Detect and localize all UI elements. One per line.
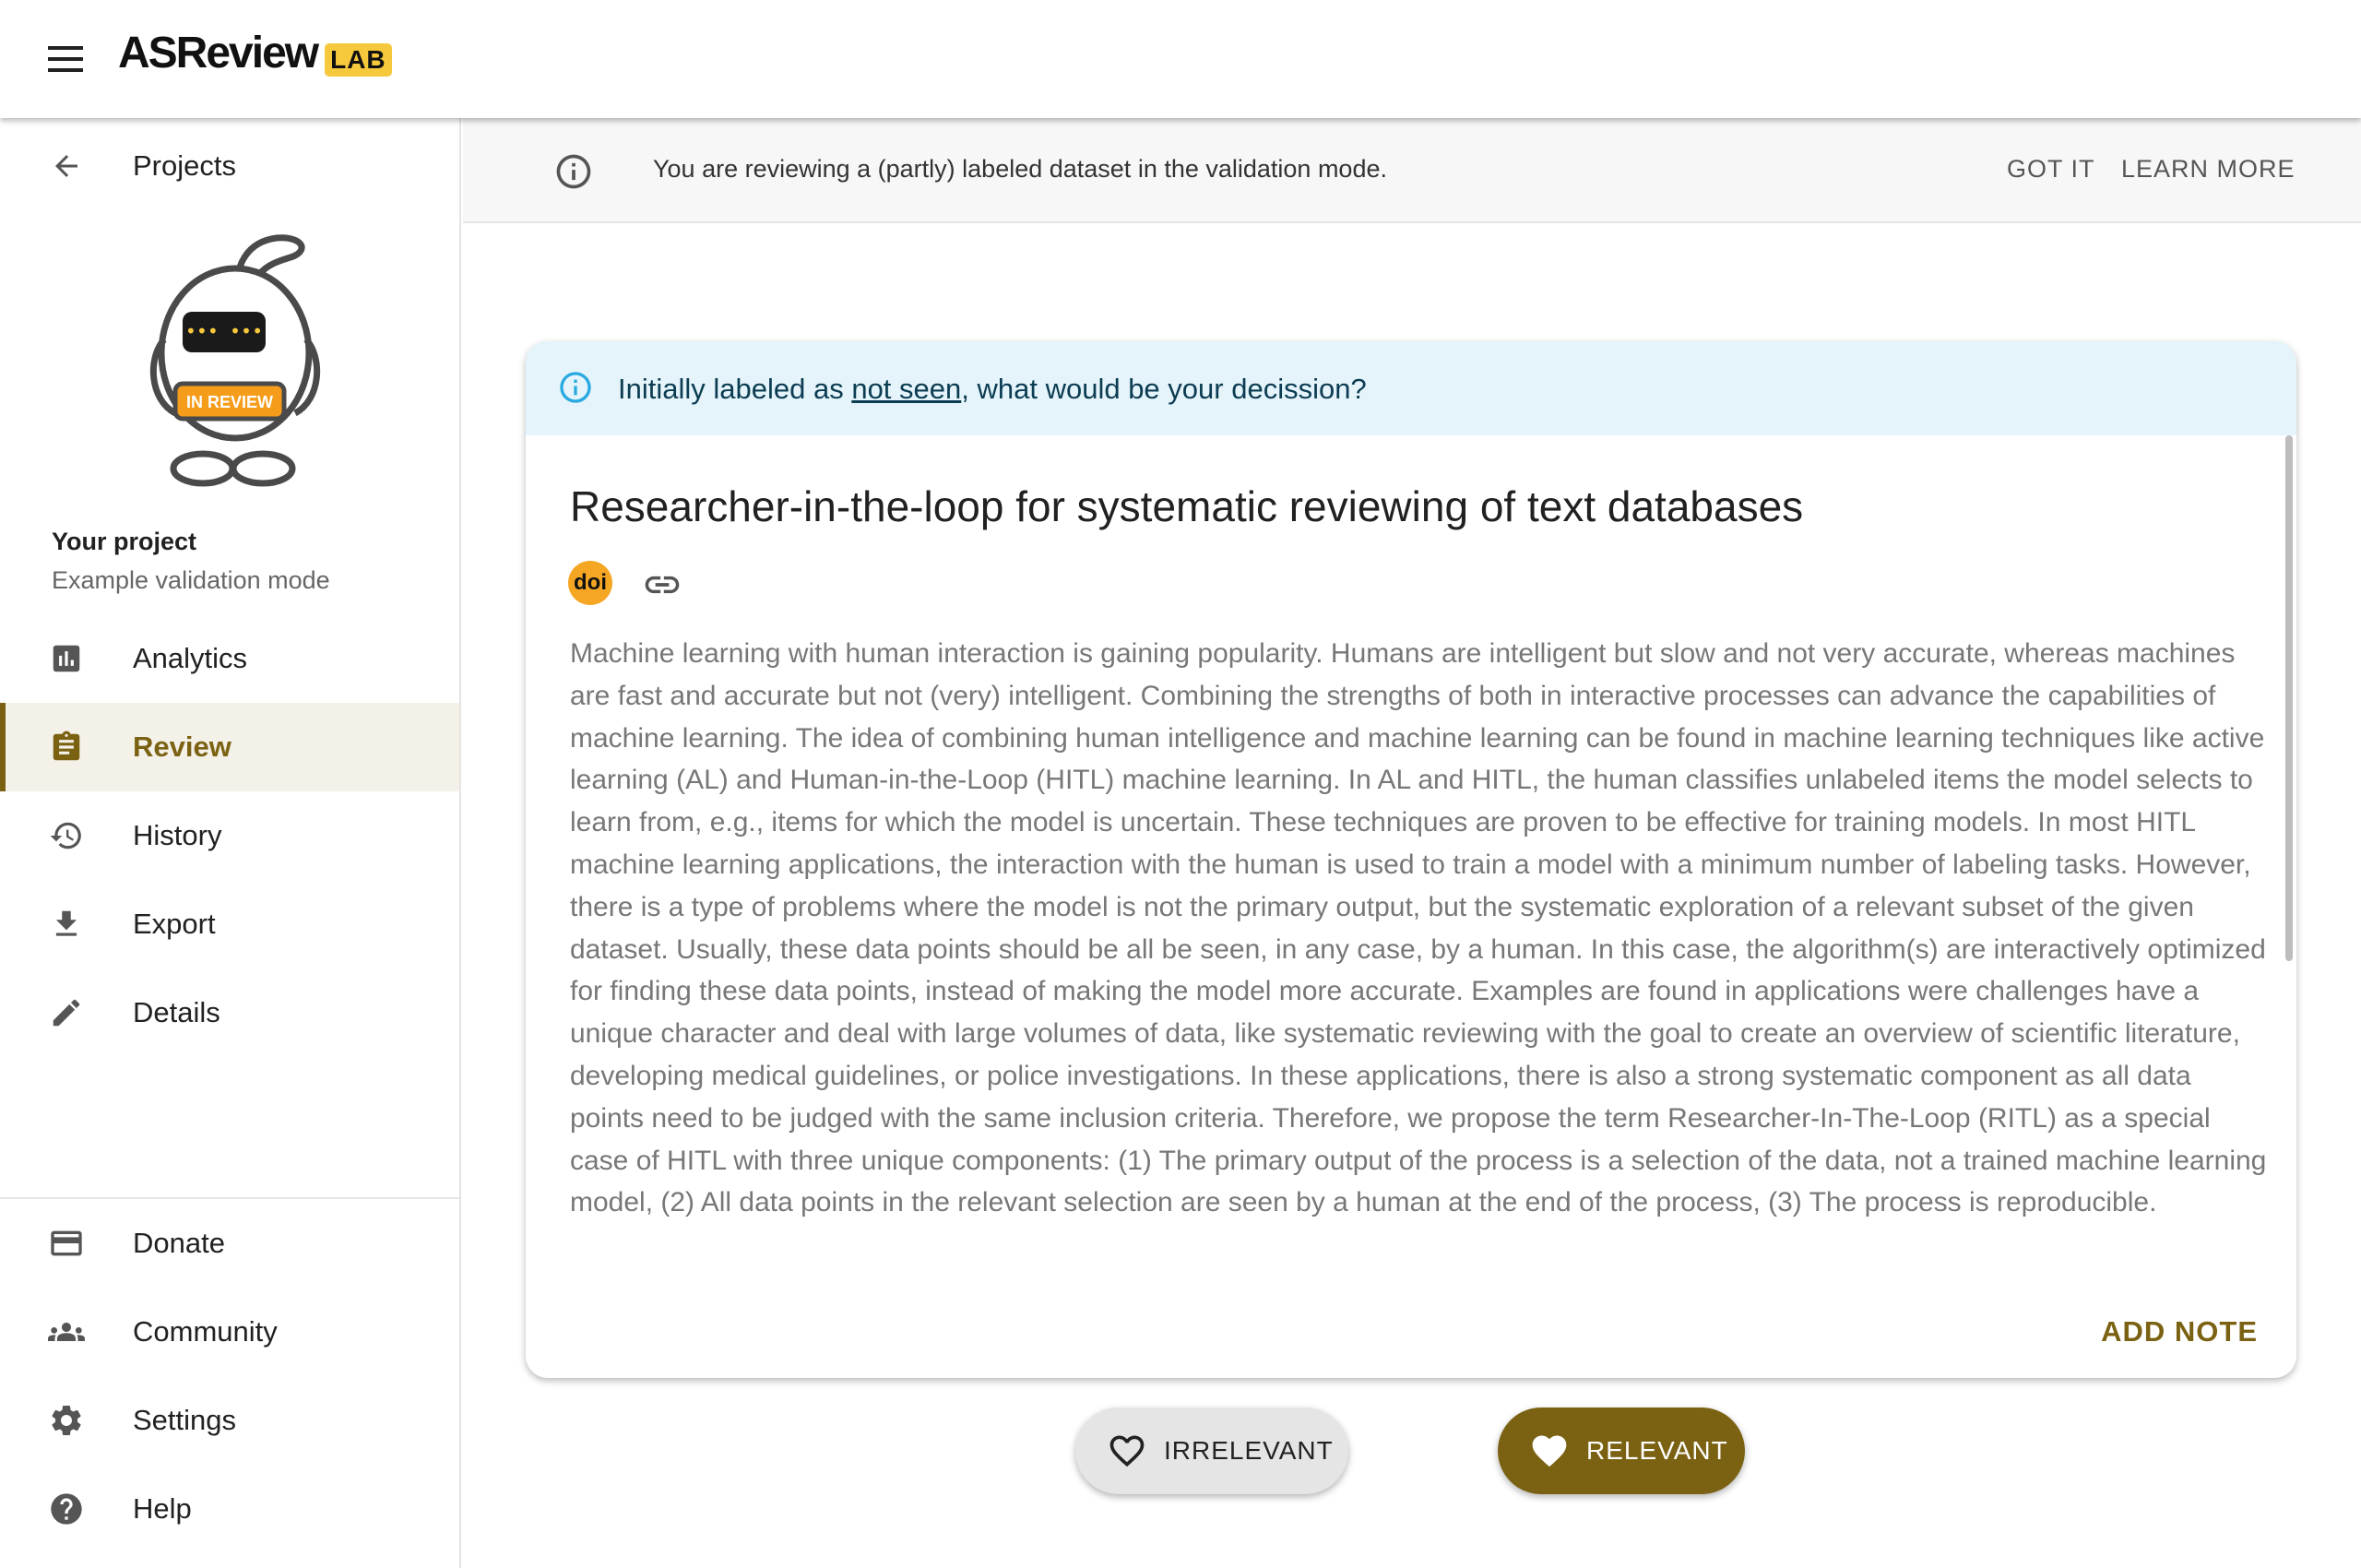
- sidebar-item-label: Help: [133, 1492, 192, 1525]
- sidebar-item-label: Details: [133, 996, 220, 1028]
- project-title: Your project: [52, 528, 197, 555]
- record-scrollbar[interactable]: [2285, 435, 2293, 961]
- sidebar-item-donate[interactable]: Donate: [0, 1199, 459, 1288]
- svg-text:••• •••: ••• •••: [185, 320, 263, 342]
- clipboard-icon: [48, 729, 85, 766]
- info-outline-icon: [553, 151, 594, 196]
- sidebar-item-details[interactable]: Details: [0, 968, 459, 1057]
- sidebar-item-review[interactable]: Review: [0, 703, 459, 791]
- record-content[interactable]: Researcher-in-the-loop for systematic re…: [526, 435, 2287, 1284]
- initial-label-value: not seen: [851, 373, 962, 405]
- record-title: Researcher-in-the-loop for systematic re…: [570, 482, 1804, 530]
- sidebar-item-label: Export: [133, 908, 216, 940]
- sidebar-item-export[interactable]: Export: [0, 880, 459, 968]
- sidebar: Projects ••• ••• IN REVIEW Your project …: [0, 118, 461, 1568]
- hamburger-menu-icon[interactable]: [48, 46, 85, 72]
- irrelevant-label: IRRELEVANT: [1164, 1436, 1334, 1465]
- help-icon: [48, 1491, 85, 1527]
- got-it-button[interactable]: GOT IT: [2007, 155, 2095, 184]
- doi-icon[interactable]: doi: [568, 561, 612, 605]
- initial-label-alert: Initially labeled as not seen, what woul…: [526, 341, 2296, 435]
- sidebar-item-history[interactable]: History: [0, 791, 459, 880]
- info-outline-icon: [557, 369, 594, 410]
- project-subtitle: Example validation mode: [52, 566, 330, 594]
- sidebar-item-settings[interactable]: Settings: [0, 1376, 459, 1465]
- add-note-button[interactable]: ADD NOTE: [2101, 1315, 2258, 1348]
- sidebar-item-label: Settings: [133, 1404, 237, 1436]
- validation-banner: You are reviewing a (partly) labeled dat…: [463, 118, 2361, 223]
- learn-more-button[interactable]: LEARN MORE: [2121, 155, 2296, 184]
- record-abstract: Machine learning with human interaction …: [570, 638, 2267, 1218]
- record-card: Initially labeled as not seen, what woul…: [526, 341, 2296, 1378]
- relevant-button[interactable]: RELEVANT: [1498, 1408, 1745, 1494]
- heart-filled-icon: [1532, 1435, 1567, 1467]
- relevant-label: RELEVANT: [1586, 1436, 1728, 1465]
- app-logo[interactable]: ASReview LAB: [118, 28, 392, 78]
- bar-chart-icon: [48, 640, 85, 677]
- sidebar-item-help[interactable]: Help: [0, 1465, 459, 1553]
- pencil-icon: [48, 994, 85, 1031]
- heart-outline-icon: [1109, 1435, 1145, 1467]
- sidebar-item-label: Review: [133, 731, 231, 763]
- gear-icon: [48, 1402, 85, 1439]
- link-icon[interactable]: [642, 564, 682, 610]
- robot-badge-text: IN REVIEW: [186, 393, 273, 411]
- alert-text: Initially labeled as not seen, what woul…: [618, 373, 1367, 405]
- credit-card-icon: [48, 1225, 85, 1262]
- sidebar-item-label: Community: [133, 1315, 278, 1348]
- top-app-bar: ASReview LAB: [0, 0, 2361, 118]
- sidebar-item-label: Analytics: [133, 642, 248, 674]
- sidebar-item-community[interactable]: Community: [0, 1288, 459, 1376]
- irrelevant-button[interactable]: IRRELEVANT: [1075, 1408, 1348, 1494]
- people-icon: [48, 1313, 85, 1350]
- banner-message: You are reviewing a (partly) labeled dat…: [653, 155, 1387, 183]
- robot-mascot-image: ••• ••• IN REVIEW: [149, 234, 321, 487]
- back-label: Projects: [133, 149, 236, 182]
- logo-text: ASReview: [118, 29, 319, 77]
- sidebar-item-label: Donate: [133, 1227, 225, 1259]
- history-icon: [48, 817, 85, 854]
- back-to-projects-button[interactable]: Projects: [0, 122, 459, 210]
- download-icon: [48, 906, 85, 943]
- arrow-back-icon: [48, 148, 85, 184]
- sidebar-item-analytics[interactable]: Analytics: [0, 614, 459, 703]
- logo-badge: LAB: [325, 42, 392, 77]
- sidebar-item-label: History: [133, 819, 222, 851]
